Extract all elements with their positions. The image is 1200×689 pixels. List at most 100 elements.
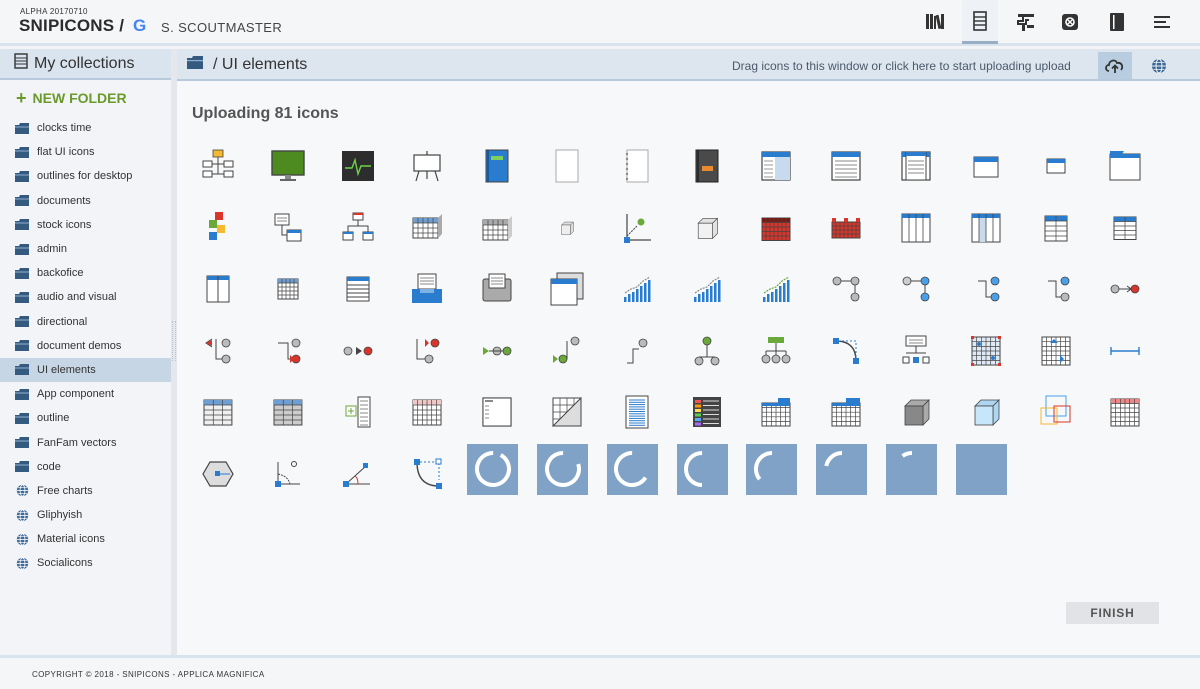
table-3d-blue-icon[interactable] (402, 203, 452, 253)
calendar-red-icon[interactable] (1100, 387, 1150, 437)
step-node-icon[interactable] (612, 326, 662, 376)
sitemap-icon[interactable] (193, 141, 243, 191)
cube-stack-icon[interactable] (682, 203, 732, 253)
node-link-blue-icon[interactable] (961, 264, 1011, 314)
sidebar-item[interactable]: Gliphyish (0, 503, 171, 527)
hexagon-node-icon[interactable] (193, 449, 243, 499)
notepad-lines-icon[interactable] (612, 387, 662, 437)
sidebar-item[interactable]: FanFam vectors (0, 430, 171, 454)
table-header-icon[interactable] (1031, 203, 1081, 253)
sidebar-item[interactable]: documents (0, 189, 171, 213)
arrow-branch-red-icon[interactable] (402, 326, 452, 376)
calendar-blue-alt-icon[interactable] (821, 387, 871, 437)
blue-nodes-icon[interactable] (891, 264, 941, 314)
oscilloscope-icon[interactable] (333, 141, 383, 191)
grid-arrows-icon[interactable] (1031, 326, 1081, 376)
form-tree-icon[interactable] (333, 387, 383, 437)
sidebar-item[interactable]: flat UI icons (0, 140, 171, 164)
gray-nodes-icon[interactable] (821, 264, 871, 314)
tree-green-icon[interactable] (751, 326, 801, 376)
bar-trend-green-icon[interactable] (751, 264, 801, 314)
folder-window-icon[interactable] (1100, 141, 1150, 191)
calendar-blue-icon[interactable] (751, 387, 801, 437)
list-rows-icon[interactable] (333, 264, 383, 314)
sidebar-item[interactable]: document demos (0, 334, 171, 358)
color-stack-icon[interactable] (682, 387, 732, 437)
fax-icon[interactable] (472, 264, 522, 314)
sidebar-item[interactable]: UI elements (0, 357, 171, 383)
org-chart-icon[interactable] (891, 326, 941, 376)
window-text-icon[interactable] (821, 141, 871, 191)
cube-blue-icon[interactable] (961, 387, 1011, 437)
sidebar-item[interactable]: App component (0, 382, 171, 406)
cube-gray-icon[interactable] (891, 387, 941, 437)
arrow-join-red-icon[interactable] (1100, 264, 1150, 314)
columns-highlight-icon[interactable] (961, 203, 1011, 253)
spiral-page-icon[interactable] (612, 141, 662, 191)
package-icon[interactable] (1052, 0, 1088, 44)
table-pink-icon[interactable] (402, 387, 452, 437)
grid-dots-icon[interactable] (961, 326, 1011, 376)
columns-icon[interactable] (891, 203, 941, 253)
small-window-icon[interactable] (961, 141, 1011, 191)
upload-drop-hint[interactable]: Drag icons to this window or click here … (732, 59, 1071, 73)
sidebar-item[interactable]: stock icons (0, 213, 171, 237)
user-name[interactable]: S. SCOUTMASTER (161, 20, 282, 35)
notebook-icon[interactable] (1099, 0, 1135, 44)
table-3d-gray-icon[interactable] (472, 203, 522, 253)
arrow-right-red-icon[interactable] (263, 326, 313, 376)
sidebar-item[interactable]: backofice (0, 261, 171, 285)
tiny-window-icon[interactable] (1031, 141, 1081, 191)
curve-handles-icon[interactable] (402, 449, 452, 499)
window-doc-icon[interactable] (472, 387, 522, 437)
finish-button[interactable]: FINISH (1066, 602, 1159, 624)
small-grid-icon[interactable] (263, 264, 313, 314)
sidebar-item[interactable]: directional (0, 310, 171, 334)
collection-icon[interactable] (962, 0, 998, 44)
sidebar-item[interactable]: code (0, 455, 171, 479)
new-folder-button[interactable]: + NEW FOLDER (0, 80, 171, 116)
arrow-branch-green-icon[interactable] (542, 326, 592, 376)
table-header-alt-icon[interactable] (1100, 203, 1150, 253)
two-column-icon[interactable] (193, 264, 243, 314)
sidebar-item[interactable]: audio and visual (0, 285, 171, 309)
table-dark-header-icon[interactable] (263, 387, 313, 437)
brand-logo[interactable]: SNIPICONS / (19, 16, 124, 36)
bar-trend-icon[interactable] (682, 264, 732, 314)
sidebar-item[interactable]: Socialicons (0, 551, 171, 575)
sidebar-item[interactable]: clocks time (0, 116, 171, 140)
arrow-green-icon[interactable] (472, 326, 522, 376)
sidebar-item[interactable]: admin (0, 237, 171, 261)
curve-blue-icon[interactable] (821, 326, 871, 376)
menu-icon[interactable] (1144, 0, 1180, 44)
fork-green-icon[interactable] (682, 326, 732, 376)
blank-page-icon[interactable] (542, 141, 592, 191)
bar-chart-rising-icon[interactable] (612, 264, 662, 314)
angle-red-icon[interactable] (333, 449, 383, 499)
red-blocks-icon[interactable] (821, 203, 871, 253)
arrow-node-red-icon[interactable] (333, 326, 383, 376)
axis-node-icon[interactable] (612, 203, 662, 253)
triangle-grid-icon[interactable] (542, 387, 592, 437)
angle-circle-icon[interactable] (263, 449, 313, 499)
window-stack-icon[interactable] (542, 264, 592, 314)
window-link-icon[interactable] (263, 203, 313, 253)
sidebar-item[interactable]: outline (0, 406, 171, 430)
dimension-icon[interactable] (1100, 326, 1150, 376)
window-list-icon[interactable] (891, 141, 941, 191)
ci-icon[interactable] (1008, 0, 1044, 44)
inbox-blue-icon[interactable] (402, 264, 452, 314)
library-icon[interactable] (917, 0, 953, 44)
window-sidebar-icon[interactable] (751, 141, 801, 191)
wireframe-cubes-icon[interactable] (1031, 387, 1081, 437)
sidebar-item[interactable]: Material icons (0, 527, 171, 551)
arrow-left-red-icon[interactable] (193, 326, 243, 376)
table-red-icon[interactable] (751, 203, 801, 253)
cube-small-icon[interactable] (542, 203, 592, 253)
hierarchy-icon[interactable] (333, 203, 383, 253)
sidebar-item[interactable]: Free charts (0, 479, 171, 503)
sidebar-item[interactable]: outlines for desktop (0, 164, 171, 188)
monitor-green-icon[interactable] (263, 141, 313, 191)
dark-notebook-icon[interactable] (682, 141, 732, 191)
puzzle-blocks-icon[interactable] (193, 203, 243, 253)
